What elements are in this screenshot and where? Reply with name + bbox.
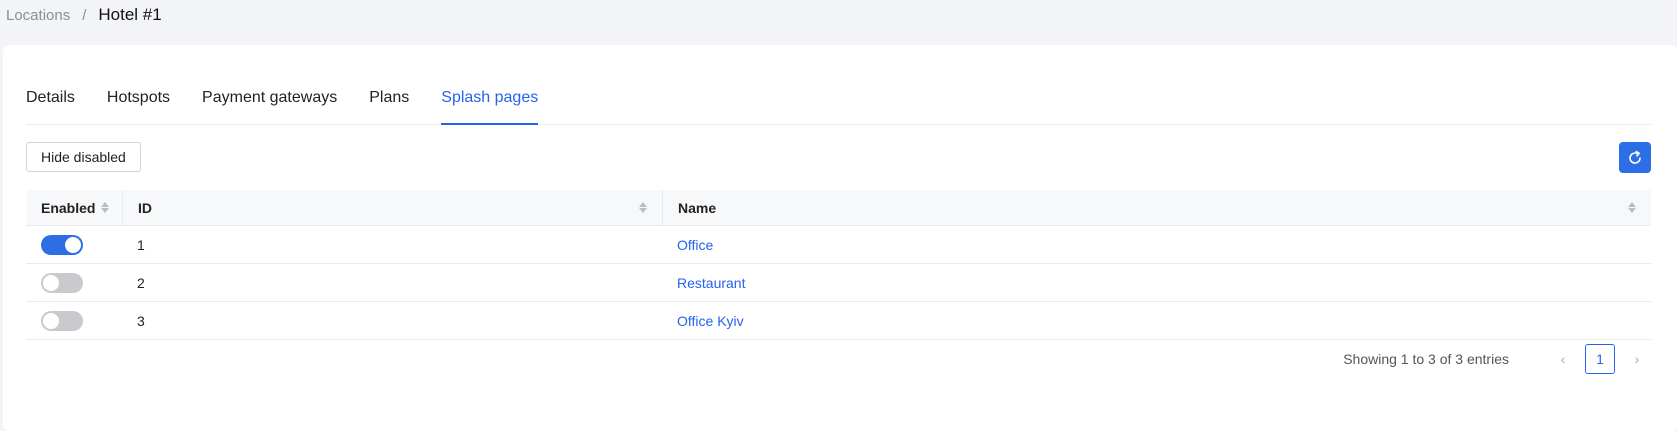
tab-details[interactable]: Details [26,85,75,125]
column-header-label: ID [138,199,152,216]
refresh-icon [1627,150,1643,166]
page-title: Hotel #1 [98,5,162,24]
splash-page-link[interactable]: Office Kyiv [677,313,744,329]
page-1-button[interactable]: 1 [1585,344,1615,374]
enabled-toggle[interactable] [41,234,83,255]
pagination: Showing 1 to 3 of 3 entries ‹ 1 › [1343,344,1651,374]
refresh-button[interactable] [1619,142,1651,173]
tab-payment-gateways[interactable]: Payment gateways [202,85,337,125]
tab-plans[interactable]: Plans [369,85,409,125]
row-id: 3 [137,312,145,329]
enabled-toggle[interactable] [41,310,83,331]
table-row: 3 Office Kyiv [26,302,1651,340]
column-header-label: Name [678,199,717,216]
tab-bar: Details Hotspots Payment gateways Plans … [26,85,1651,125]
breadcrumb-locations-link[interactable]: Locations [6,7,70,24]
content-card: Details Hotspots Payment gateways Plans … [3,45,1677,431]
tab-splash-pages[interactable]: Splash pages [441,85,539,125]
breadcrumb-separator: / [82,6,87,24]
table-header: Enabled ID Name [26,190,1651,226]
row-id: 2 [137,274,145,291]
next-page-icon[interactable]: › [1623,351,1651,367]
tab-hotspots[interactable]: Hotspots [107,85,170,125]
toggle-knob [43,274,59,291]
prev-page-icon[interactable]: ‹ [1549,351,1577,367]
sort-icon [639,202,647,213]
sort-icon [1628,202,1636,213]
entries-summary: Showing 1 to 3 of 3 entries [1343,351,1509,367]
column-header-id[interactable]: ID [122,190,662,225]
sort-icon [101,202,110,213]
table-row: 2 Restaurant [26,264,1651,302]
column-header-enabled[interactable]: Enabled [26,190,122,225]
splash-pages-table: Enabled ID Name 1 Office 2 Restaurant 3 … [26,190,1651,340]
row-id: 1 [137,236,145,253]
column-header-label: Enabled [41,199,96,216]
toggle-knob [65,236,81,253]
enabled-toggle[interactable] [41,272,83,293]
column-header-name[interactable]: Name [662,190,1651,225]
table-row: 1 Office [26,226,1651,264]
hide-disabled-button[interactable]: Hide disabled [26,142,141,172]
breadcrumb: Locations / Hotel #1 [6,5,162,25]
splash-page-link[interactable]: Restaurant [677,275,745,291]
splash-page-link[interactable]: Office [677,237,713,253]
toggle-knob [43,312,59,329]
